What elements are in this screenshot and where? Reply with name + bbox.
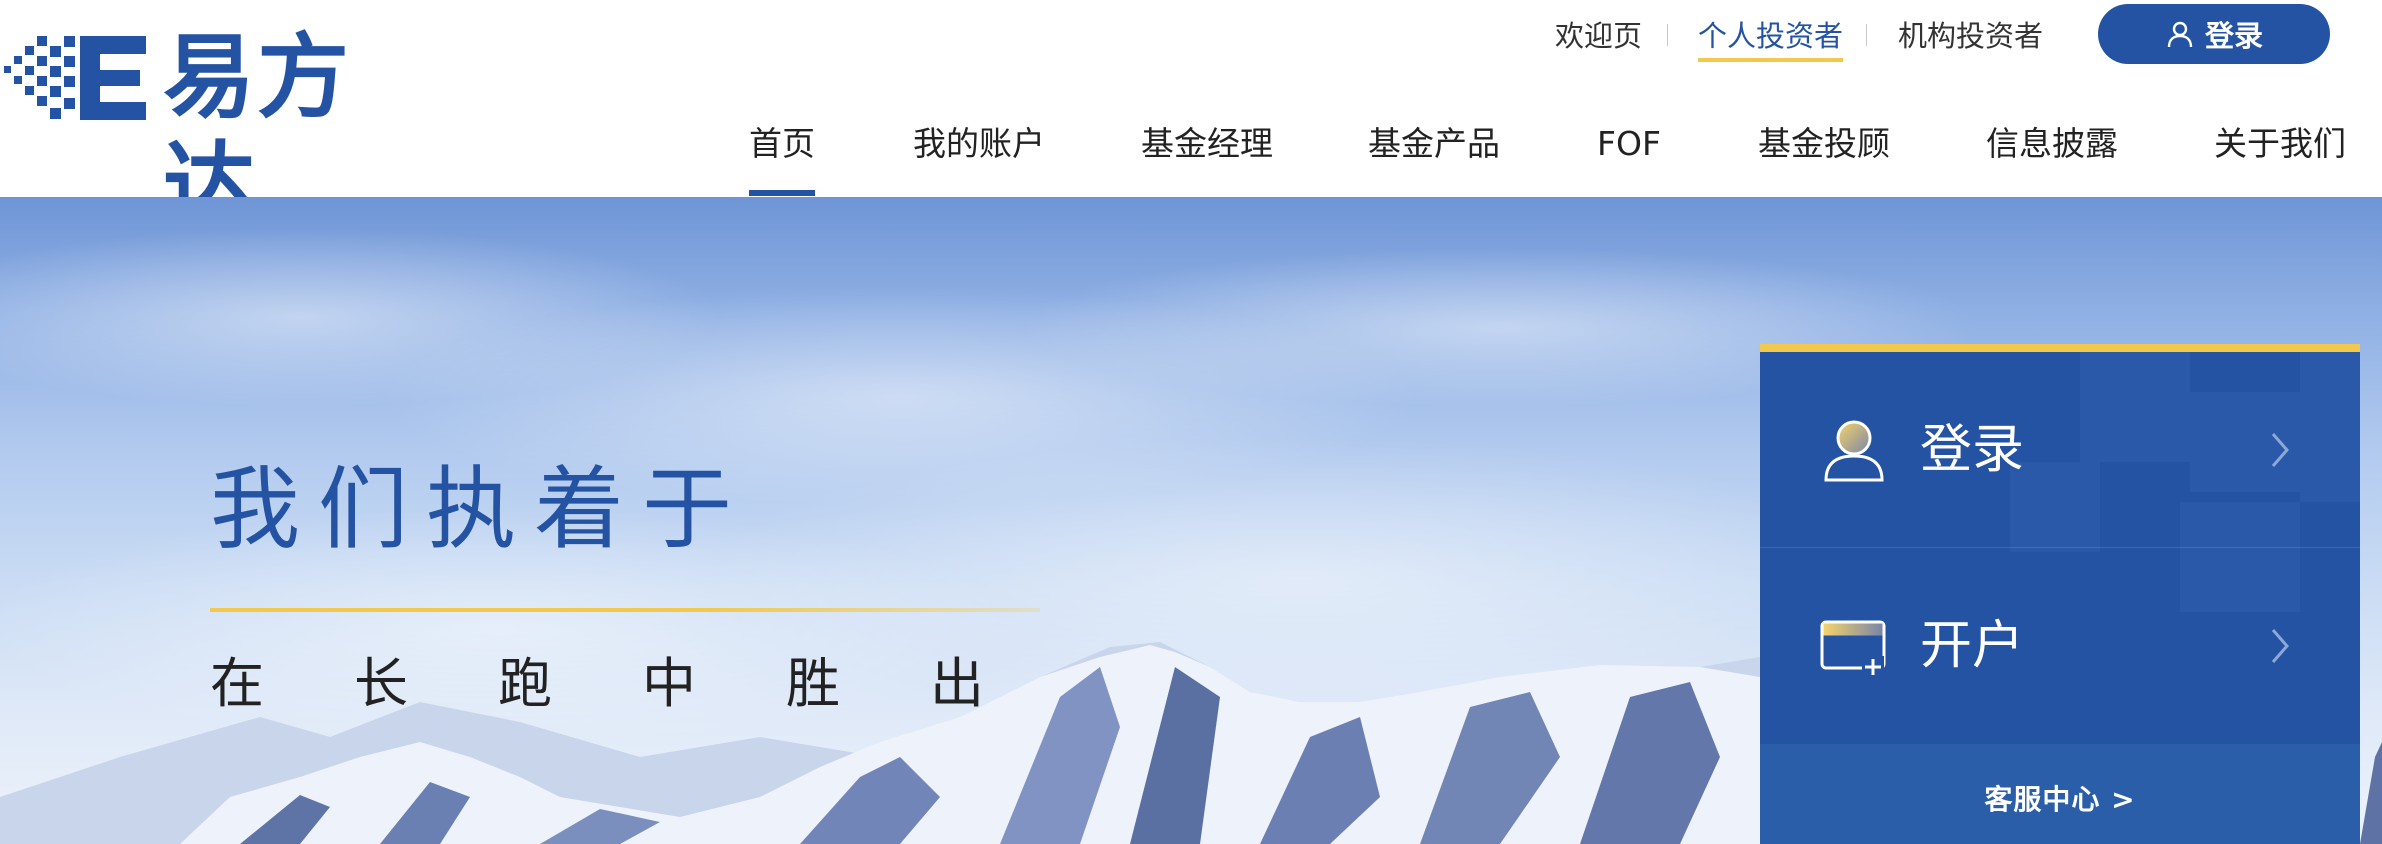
nav-item-fund-advisory[interactable]: 基金投顾	[1758, 120, 1890, 168]
audience-switcher: 欢迎页 个人投资者 机构投资者	[0, 0, 2382, 70]
nav-item-fund-products[interactable]: 基金产品	[1368, 120, 1500, 168]
chevron-right-icon	[2271, 432, 2289, 467]
nav-item-fund-managers[interactable]: 基金经理	[1141, 120, 1273, 168]
hero-subline-char: 在	[210, 652, 264, 715]
top-link-separator	[1667, 24, 1668, 46]
quick-access-panel: 登录 开户 客服中心 >	[1760, 344, 2360, 844]
hero-subline: 在长跑中胜出	[210, 649, 1074, 719]
card-add-icon	[1820, 620, 1886, 678]
user-icon	[2167, 21, 2193, 48]
panel-login-row[interactable]: 登录	[1760, 352, 2360, 548]
top-link-welcome[interactable]: 欢迎页	[1555, 16, 1642, 56]
hero-subline-char: 跑	[498, 652, 552, 715]
customer-service-link[interactable]: 客服中心 >	[1760, 744, 2360, 844]
panel-login-label: 登录	[1920, 419, 2025, 480]
nav-item-fof[interactable]: FOF	[1597, 120, 1661, 168]
nav-item-home[interactable]: 首页	[749, 120, 815, 196]
header-login-label: 登录	[2204, 19, 2263, 53]
top-link-separator	[1866, 24, 1867, 46]
nav-item-about-us[interactable]: 关于我们	[2214, 120, 2346, 168]
hero-subline-char: 长	[354, 652, 408, 715]
hero-divider	[210, 608, 1040, 612]
hero-subline-char: 胜	[786, 652, 840, 715]
hero-banner[interactable]: 我们执着于 在 长 跑 中 胜 出 登录 开户 客服中心 >	[0, 197, 2382, 844]
top-link-institutional-investor[interactable]: 机构投资者	[1898, 16, 2043, 56]
header-login-button[interactable]: 登录	[2098, 4, 2330, 64]
panel-open-account-row[interactable]: 开户	[1760, 548, 2360, 744]
top-link-individual-investor[interactable]: 个人投资者	[1698, 16, 1844, 62]
user-avatar-icon	[1824, 420, 1884, 481]
hero-subline-char: 中	[642, 652, 696, 715]
chevron-right-icon	[2271, 629, 2289, 663]
nav-item-my-account[interactable]: 我的账户	[913, 120, 1045, 168]
hero-subline-char: 出	[930, 652, 984, 715]
panel-open-account-label: 开户	[1920, 616, 2025, 676]
hero-headline: 我们执着于	[210, 457, 750, 562]
nav-item-disclosure[interactable]: 信息披露	[1986, 120, 2118, 168]
site-header: 易方达 欢迎页 个人投资者 机构投资者 登录 首页 我的账户 基金经理 基金产品…	[0, 0, 2382, 239]
customer-service-label: 客服中心 >	[1984, 783, 2136, 816]
